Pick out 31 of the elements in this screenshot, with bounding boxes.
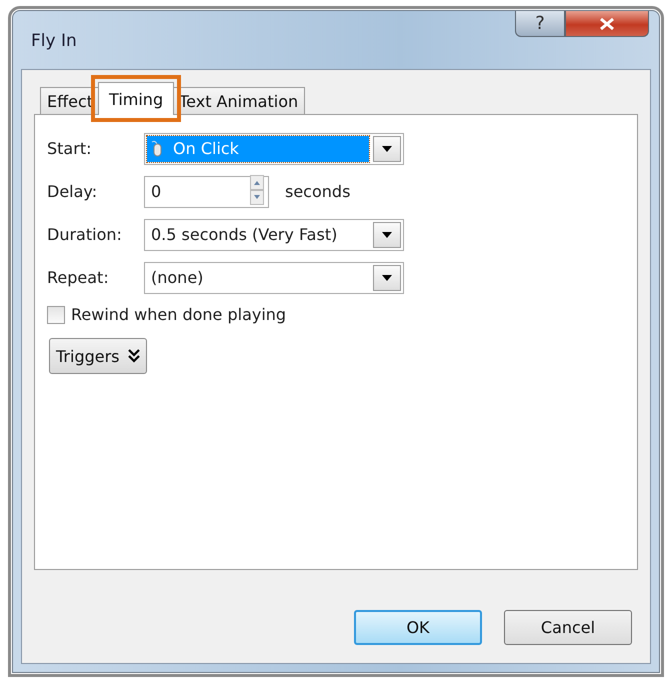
- dropdown[interactable]: 0.5 seconds (Very Fast): [144, 218, 404, 250]
- dropdown-arrow-button[interactable]: [373, 136, 401, 162]
- caret-icon: [382, 146, 392, 152]
- dialog-button[interactable]: OK: [354, 610, 482, 645]
- caret-icon: [382, 232, 392, 238]
- close-icon: [598, 16, 616, 30]
- triggers-button[interactable]: Triggers: [49, 338, 147, 374]
- tab[interactable]: Text Animation: [172, 87, 306, 114]
- spinner-arrows-icon: [250, 174, 264, 204]
- field-label: Duration:: [47, 225, 123, 244]
- field-label: Start:: [47, 139, 92, 158]
- window-title: Fly In: [31, 31, 77, 51]
- dropdown-value: (none): [151, 268, 204, 287]
- field-label: Repeat:: [47, 268, 110, 287]
- field-label: Delay:: [47, 182, 98, 201]
- tab[interactable]: Effect: [40, 87, 100, 114]
- dropdown-arrow-button[interactable]: [373, 222, 401, 248]
- dropdown[interactable]: (none): [144, 262, 404, 294]
- dropdown-value: 0.5 seconds (Very Fast): [151, 225, 338, 244]
- mouse-icon: [151, 140, 163, 158]
- checkbox-label: Rewind when done playing: [71, 305, 286, 324]
- spinner-field[interactable]: 0: [144, 176, 269, 208]
- checkbox[interactable]: [47, 306, 65, 324]
- dialog-button[interactable]: Cancel: [504, 610, 632, 645]
- dropdown-value: On Click: [173, 139, 239, 158]
- unit-label: seconds: [285, 182, 350, 201]
- double-chevron-icon: [128, 349, 140, 363]
- caret-icon: [382, 274, 392, 280]
- close-button[interactable]: [565, 11, 649, 37]
- help-button[interactable]: ?: [515, 11, 565, 37]
- dropdown-arrow-button[interactable]: [373, 264, 401, 290]
